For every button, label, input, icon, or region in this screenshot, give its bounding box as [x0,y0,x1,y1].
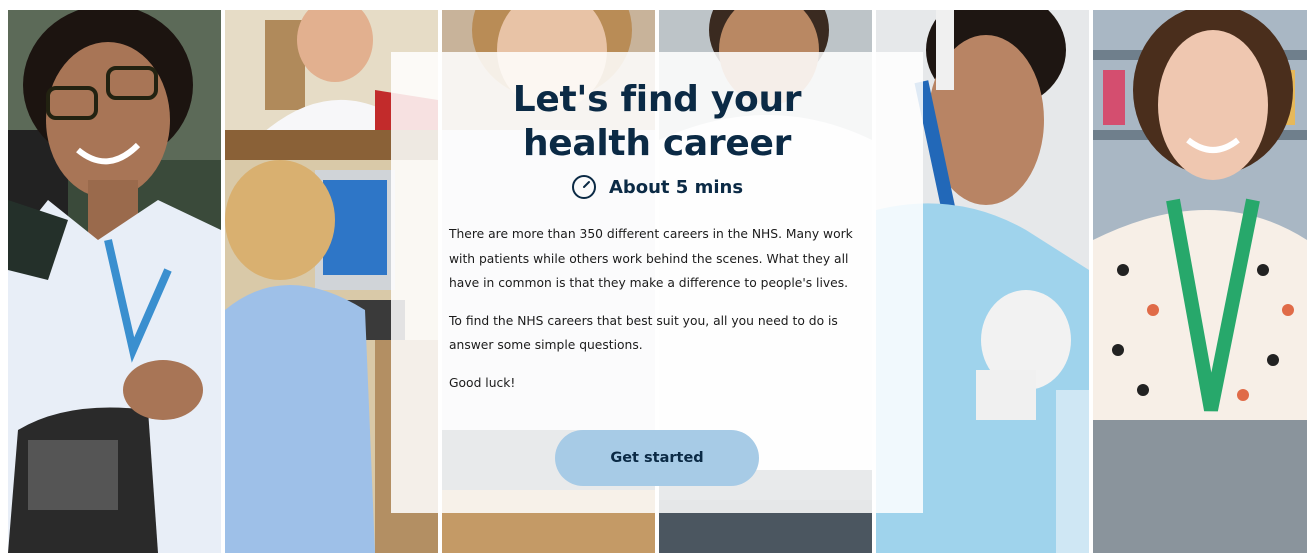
intro-text: There are more than 350 different career… [449,222,865,395]
duration-row: About 5 mins [449,174,865,200]
get-started-button[interactable]: Get started [555,430,759,486]
intro-paragraph: Good luck! [449,375,516,390]
intro-card: Let's find your health career About 5 mi… [391,52,923,513]
clock-icon [571,175,596,199]
intro-paragraph: To find the NHS careers that best suit y… [449,313,838,353]
intro-paragraph: There are more than 350 different career… [449,227,853,290]
page-title: Let's find your health career [512,79,802,164]
duration-text: About 5 mins [608,176,744,198]
photo-paramedic [8,10,221,553]
photo-pharmacist [1093,10,1307,553]
